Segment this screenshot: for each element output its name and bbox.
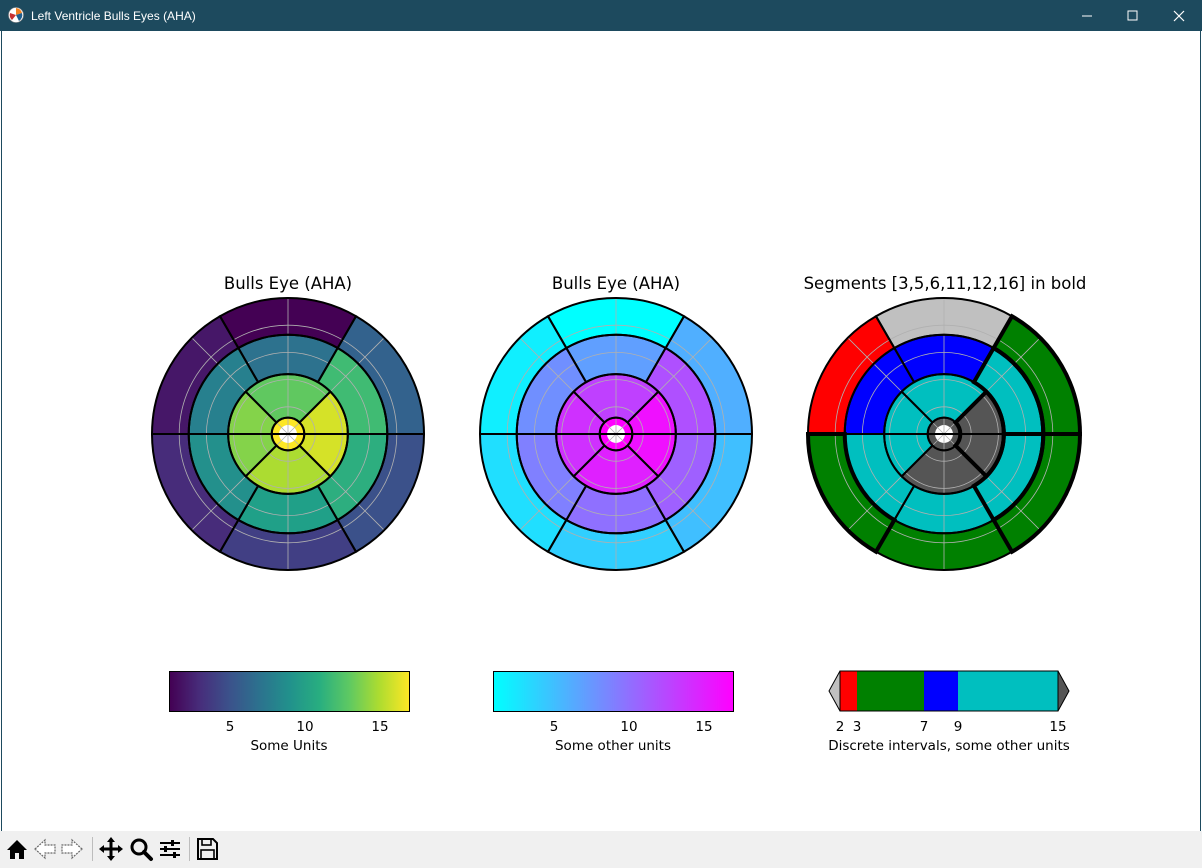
minimize-icon <box>1082 15 1092 17</box>
colorbar-1 <box>169 671 410 712</box>
colorbar-1-label: Some Units <box>250 738 328 754</box>
zoom-button[interactable] <box>127 835 155 863</box>
colorbar-3-tick: 15 <box>1049 719 1067 735</box>
colorbar-3-tick: 2 <box>835 719 845 735</box>
toolbar-separator <box>189 837 190 861</box>
forward-icon <box>61 838 83 860</box>
zoom-icon <box>130 838 153 861</box>
plot-title-1: Bulls Eye (AHA) <box>223 274 353 293</box>
save-button[interactable] <box>193 835 221 863</box>
minimize-button[interactable] <box>1064 0 1110 31</box>
toolbar-separator <box>92 837 93 861</box>
navigation-toolbar <box>0 831 1202 868</box>
colorbar-2-tick: 10 <box>620 719 638 735</box>
colorbar-1-tick: 10 <box>296 719 314 735</box>
window-title: Left Ventricle Bulls Eyes (AHA) <box>31 9 196 23</box>
home-button[interactable] <box>3 835 31 863</box>
plot-title-2: Bulls Eye (AHA) <box>551 274 681 293</box>
colorbar-3-tick: 9 <box>953 719 963 735</box>
maximize-icon <box>1127 10 1138 21</box>
colorbar-2-label: Some other units <box>554 738 672 754</box>
colorbar-3-label: Discrete intervals, some other units <box>828 738 1070 754</box>
colorbar-1-tick: 15 <box>371 719 389 735</box>
back-button[interactable] <box>31 835 59 863</box>
plot-title-3: Segments [3,5,6,11,12,16] in bold <box>803 274 1087 293</box>
colorbar-3-tick: 7 <box>919 719 929 735</box>
configure-subplots-button[interactable] <box>156 835 184 863</box>
close-button[interactable] <box>1156 0 1202 31</box>
pan-button[interactable] <box>97 835 125 863</box>
colorbar-2-tick: 5 <box>549 719 559 735</box>
home-icon <box>7 840 27 859</box>
title-bar: Left Ventricle Bulls Eyes (AHA) <box>0 0 1202 31</box>
forward-button[interactable] <box>58 835 86 863</box>
matplotlib-icon <box>8 7 24 23</box>
colorbar-3-tick: 3 <box>852 719 862 735</box>
maximize-button[interactable] <box>1110 0 1156 31</box>
pan-icon <box>99 837 123 861</box>
colorbar-2 <box>493 671 734 712</box>
colorbar-2-tick: 15 <box>695 719 713 735</box>
back-icon <box>34 838 56 860</box>
close-icon <box>1173 10 1185 22</box>
colorbar-1-tick: 5 <box>225 719 235 735</box>
configure-subplots-icon <box>160 840 180 858</box>
save-icon <box>197 838 218 860</box>
